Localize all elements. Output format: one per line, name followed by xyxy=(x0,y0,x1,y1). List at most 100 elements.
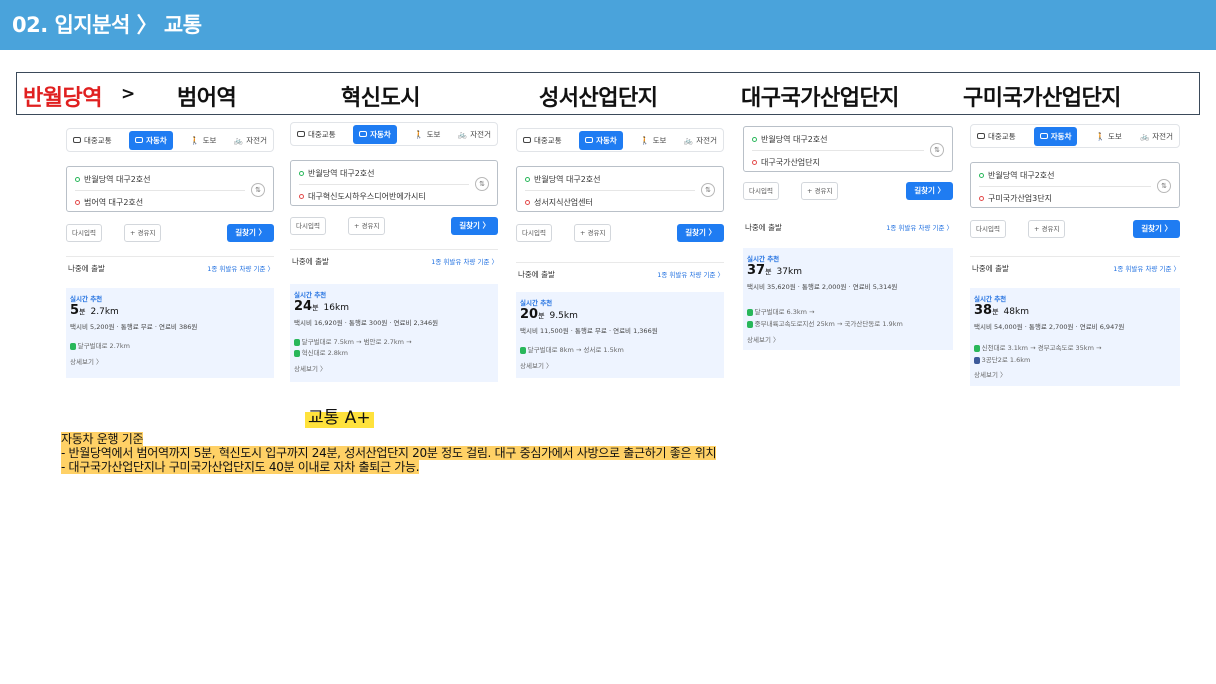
depart-later-button[interactable]: 나중에 출발 xyxy=(518,269,555,280)
fuel-criteria-link[interactable]: 1종 휘발유 차량 기준 〉 xyxy=(207,263,274,273)
add-waypoint-button[interactable]: + 경유지 xyxy=(574,224,612,242)
bike-icon: 🚲 xyxy=(683,135,694,145)
destination-field[interactable]: 범어역 대구2호선 xyxy=(75,197,143,208)
tab-walk[interactable]: 🚶 도보 xyxy=(640,135,666,146)
tab-car[interactable]: 자동차 xyxy=(353,124,397,144)
tab-transit[interactable]: 대중교통 xyxy=(523,135,562,146)
walk-icon: 🚶 xyxy=(640,135,650,145)
road-badge-icon xyxy=(747,320,753,328)
tab-walk[interactable]: 🚶 도보 xyxy=(414,129,440,140)
route-result[interactable]: 실시간 추천 24분 16km 택시비 16,920원 · 통행료 300원 · … xyxy=(290,284,498,382)
note-line: 자동차 운행 기준 xyxy=(61,432,716,446)
route-input-box: 반월당역 대구2호선 범어역 대구2호선 ⇅ xyxy=(66,166,274,212)
depart-later-button[interactable]: 나중에 출발 xyxy=(745,222,782,233)
action-row: 다시입력 + 경유지 길찾기 〉 xyxy=(66,224,274,242)
search-route-button[interactable]: 길찾기 〉 xyxy=(227,224,274,242)
fare-info: 택시비 16,920원 · 통행료 300원 · 연료비 2,346원 xyxy=(294,319,439,327)
mode-tabs: 대중교통 자동차 🚶 도보 🚲 자전거 xyxy=(290,122,498,146)
add-waypoint-button[interactable]: + 경유지 xyxy=(801,182,839,200)
tab-walk[interactable]: 🚶 도보 xyxy=(1096,131,1122,142)
tab-transit[interactable]: 대중교통 xyxy=(977,131,1016,142)
destination-text: 대구혁신도시하우스디어반에가시티 xyxy=(308,192,426,201)
distance-value: 16km xyxy=(323,303,349,313)
tab-bike[interactable]: 🚲 자전거 xyxy=(458,129,491,140)
fuel-criteria-link[interactable]: 1종 휘발유 차량 기준 〉 xyxy=(657,269,724,279)
route-item-origin: 반월당역 xyxy=(23,86,102,111)
add-waypoint-button[interactable]: + 경유지 xyxy=(124,224,162,242)
detail-link[interactable]: 상세보기 〉 xyxy=(520,360,553,370)
depart-later-button[interactable]: 나중에 출발 xyxy=(972,263,1009,274)
tab-car[interactable]: 자동차 xyxy=(1033,126,1078,146)
swap-icon[interactable]: ⇅ xyxy=(701,183,715,197)
origin-field[interactable]: 반월당역 대구2호선 xyxy=(525,174,601,185)
route-result[interactable]: 실시간 추천 37분 37km 택시비 35,620원 · 통행료 2,000원 … xyxy=(743,248,953,350)
search-route-button[interactable]: 길찾기 〉 xyxy=(1133,220,1180,238)
tab-bike[interactable]: 🚲 자전거 xyxy=(1140,131,1173,142)
route-result[interactable]: 실시간 추천 5분 2.7km 택시비 5,200원 · 통행료 무료 · 연료비… xyxy=(66,288,274,378)
traffic-grade: 교통 A+ xyxy=(305,403,374,428)
tab-transit[interactable]: 대중교통 xyxy=(297,129,336,140)
recommend-label: 실시간 추천 xyxy=(747,255,780,263)
route-card-gumi-national: 대중교통 자동차 🚶 도보 🚲 자전거 반월당역 대구2호선 구미국가산업3단지 ⇅… xyxy=(966,120,1184,388)
tab-car[interactable]: 자동차 xyxy=(579,130,623,150)
destination-field[interactable]: 구미국가산업3단지 xyxy=(979,193,1052,204)
origin-field[interactable]: 반월당역 대구2호선 xyxy=(299,168,375,179)
search-route-button[interactable]: 길찾기 〉 xyxy=(677,224,724,242)
tab-walk-label: 도보 xyxy=(1107,131,1122,141)
swap-icon[interactable]: ⇅ xyxy=(475,177,489,191)
tab-transit[interactable]: 대중교통 xyxy=(73,135,112,146)
detail-link[interactable]: 상세보기 〉 xyxy=(70,356,103,366)
origin-field[interactable]: 반월당역 대구2호선 xyxy=(75,174,151,185)
destination-field[interactable]: 대구국가산업단지 xyxy=(752,157,820,168)
add-waypoint-button[interactable]: + 경유지 xyxy=(348,217,386,235)
road-badge-icon xyxy=(974,356,980,364)
tab-bike[interactable]: 🚲 자전거 xyxy=(684,135,717,146)
origin-field[interactable]: 반월당역 대구2호선 xyxy=(752,134,828,145)
depart-later-button[interactable]: 나중에 출발 xyxy=(292,256,329,267)
origin-dot-icon xyxy=(752,137,757,142)
origin-text: 반월당역 대구2호선 xyxy=(308,169,375,178)
add-waypoint-button[interactable]: + 경유지 xyxy=(1028,220,1066,238)
fuel-criteria-link[interactable]: 1종 휘발유 차량 기준 〉 xyxy=(886,222,953,232)
road-line: 혁신대로 2.8km xyxy=(294,347,348,357)
route-input-box: 반월당역 대구2호선 대구혁신도시하우스디어반에가시티 ⇅ xyxy=(290,160,498,206)
detail-link[interactable]: 상세보기 〉 xyxy=(974,369,1007,379)
header-bar: 02. 입지분석 〉 교통 xyxy=(0,0,1216,50)
route-result[interactable]: 실시간 추천 38분 48km 택시비 54,000원 · 통행료 2,700원 … xyxy=(970,288,1180,386)
tab-bike[interactable]: 🚲 자전거 xyxy=(234,135,267,146)
swap-icon[interactable]: ⇅ xyxy=(1157,179,1171,193)
note-line: - 반월당역에서 범어역까지 5분, 혁신도시 입구까지 24분, 성서산업단지… xyxy=(61,446,717,460)
fuel-criteria-link[interactable]: 1종 휘발유 차량 기준 〉 xyxy=(431,256,498,266)
reenter-button[interactable]: 다시입력 xyxy=(66,224,102,242)
tab-car-label: 자동차 xyxy=(1050,131,1072,141)
detail-link[interactable]: 상세보기 〉 xyxy=(294,363,327,373)
destination-dot-icon xyxy=(752,160,757,165)
reenter-button[interactable]: 다시입력 xyxy=(743,182,779,200)
walk-icon: 🚶 xyxy=(190,135,200,145)
search-route-button[interactable]: 길찾기 〉 xyxy=(906,182,953,200)
minutes-value: 24 xyxy=(294,299,313,314)
route-input-box: 반월당역 대구2호선 대구국가산업단지 ⇅ xyxy=(743,126,953,172)
depart-later-button[interactable]: 나중에 출발 xyxy=(68,263,105,274)
origin-dot-icon xyxy=(525,177,530,182)
swap-icon[interactable]: ⇅ xyxy=(930,143,944,157)
fuel-criteria-link[interactable]: 1종 휘발유 차량 기준 〉 xyxy=(1113,263,1180,273)
search-route-button[interactable]: 길찾기 〉 xyxy=(451,217,498,235)
detail-link[interactable]: 상세보기 〉 xyxy=(747,334,780,344)
route-time: 37분 37km xyxy=(747,263,802,278)
destination-field[interactable]: 성서지식산업센터 xyxy=(525,197,593,208)
bike-icon: 🚲 xyxy=(457,129,468,139)
route-result[interactable]: 실시간 추천 20분 9.5km 택시비 11,500원 · 통행료 무료 · 연… xyxy=(516,292,724,378)
minutes-value: 20 xyxy=(520,307,539,322)
swap-icon[interactable]: ⇅ xyxy=(251,183,265,197)
route-card-beomeo: 대중교통 자동차 🚶 도보 🚲 자전거 반월당역 대구2호선 범어역 대구2호선 ⇅… xyxy=(62,124,278,379)
bus-icon xyxy=(523,137,531,143)
reenter-button[interactable]: 다시입력 xyxy=(290,217,326,235)
recommend-label: 실시간 추천 xyxy=(294,291,327,299)
tab-walk[interactable]: 🚶 도보 xyxy=(190,135,216,146)
origin-field[interactable]: 반월당역 대구2호선 xyxy=(979,170,1055,181)
destination-field[interactable]: 대구혁신도시하우스디어반에가시티 xyxy=(299,191,426,202)
reenter-button[interactable]: 다시입력 xyxy=(970,220,1006,238)
tab-car[interactable]: 자동차 xyxy=(129,130,173,150)
reenter-button[interactable]: 다시입력 xyxy=(516,224,552,242)
